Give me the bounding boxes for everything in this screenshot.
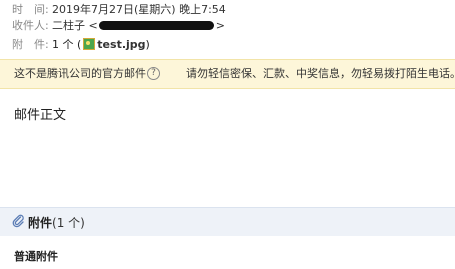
- notice-official-text: 这不是腾讯公司的官方邮件: [14, 67, 146, 80]
- attachments-bar: 附件(1 个): [0, 207, 455, 236]
- normal-attachments-title: 普通附件: [14, 250, 58, 263]
- time-value: 2019年7月27日(星期六) 晚上7:54: [52, 3, 226, 16]
- attachments-heading: 附件(1 个): [28, 214, 85, 231]
- attachment-row: 附 件: 1 个 ( test.jpg): [12, 36, 150, 52]
- attachment-count: 1 个 (: [52, 38, 82, 51]
- redacted-email: [98, 20, 214, 30]
- attachment-file-link[interactable]: test.jpg: [97, 38, 145, 51]
- attachments-count: (1 个): [52, 216, 85, 230]
- security-notice: 这不是腾讯公司的官方邮件? 请勿轻信密保、汇款、中奖信息，勿轻易拨打陌生电话。: [0, 59, 455, 89]
- image-file-icon: [83, 38, 96, 50]
- paperclip-icon: [12, 214, 24, 228]
- attachments-title: 附件: [28, 216, 53, 230]
- notice-official: 这不是腾讯公司的官方邮件?: [14, 60, 160, 88]
- recipient-label: 收件人:: [12, 19, 49, 32]
- time-row: 时 间: 2019年7月27日(星期六) 晚上7:54: [12, 1, 226, 17]
- help-icon[interactable]: ?: [147, 66, 160, 80]
- recipient-suffix: >: [215, 19, 225, 32]
- mail-body: 邮件正文: [14, 108, 67, 123]
- notice-warning: 请勿轻信密保、汇款、中奖信息，勿轻易拨打陌生电话。: [186, 67, 455, 80]
- attachment-count-close: ): [145, 38, 150, 51]
- attachment-label: 附 件:: [12, 38, 49, 51]
- recipient-name[interactable]: 二柱子 <: [52, 19, 98, 32]
- time-label: 时 间:: [12, 3, 49, 16]
- recipient-row: 收件人: 二柱子 < >: [12, 17, 225, 33]
